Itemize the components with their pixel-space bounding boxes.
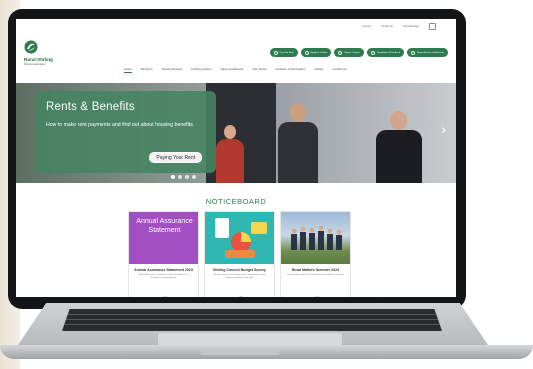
nav-item-foi[interactable]: Freedom of Information [275,67,305,73]
laptop-hinge [200,350,280,355]
quick-link-antisocial[interactable]: Report Antisocial Behaviour [407,48,448,57]
nav-item-home[interactable]: Home [124,67,132,73]
chevron-right-icon[interactable]: › [441,121,446,137]
nav-item-your-views[interactable]: Your Views [252,67,266,73]
quick-link-label: Report a Repair [344,51,360,54]
quick-links: Pay Your Rent Apply for a Home Report a … [269,48,448,57]
card-title: Annual Assurance Statement 2023 [134,268,193,272]
card-title: Rural Matters Summer 2023 [291,268,340,272]
logo-name: Rural Stirling [24,57,53,62]
noticeboard-cards: Annual Assurance Statement Annual Assura… [128,211,351,297]
card-text: Stirling Council are seeking views from … [213,274,266,279]
laptop-screen: Careers Contact Us Translate Page Rural … [16,19,456,297]
quick-link-apply-home[interactable]: Apply for a Home [300,48,332,57]
nav-item-contact[interactable]: Contact Us [332,67,346,73]
card-text: Annual Assurance Statement 2023 submitte… [138,274,189,279]
quick-link-label: Pay Your Rent [279,51,294,54]
quick-link-label: Report Antisocial Behaviour [417,51,444,54]
site-logo[interactable]: Rural Stirling Housing Association [24,39,64,67]
alert-icon [411,50,416,55]
laptop-touchpad [158,333,342,345]
house-icon [304,50,309,55]
carousel-dot[interactable] [171,175,175,179]
logo-subtitle: Housing Association [24,63,46,66]
hero-description: How to make rent payments and find out a… [46,122,195,128]
wrench-icon [338,50,343,55]
quick-link-report-repair[interactable]: Report a Repair [334,48,364,57]
group-photo-icon [291,225,342,250]
arrow-right-icon[interactable]: → [205,293,274,297]
budget-illustration-icon [215,218,267,258]
arrow-right-icon[interactable]: → [129,293,198,297]
laptop-keys [62,309,442,331]
hero-carousel: Rents & Benefits How to make rent paymen… [16,83,456,183]
card-text: The summer edition of Rural Matters news… [287,274,344,276]
nav-item-tenant-services[interactable]: Tenant Services [162,67,183,73]
quick-link-label: Apply for a Home [310,51,328,54]
search-icon[interactable] [429,22,436,30]
speech-icon [370,50,375,55]
main-navigation: Home About Us Tenant Services Finding a … [124,67,347,73]
hero-title: Rents & Benefits [46,101,135,113]
quick-link-pay-rent[interactable]: Pay Your Rent [269,48,298,57]
topbar-link-careers[interactable]: Careers [363,25,372,28]
nav-item-about[interactable]: About Us [141,67,153,73]
notice-card[interactable]: Stirling Council Budget Survey Stirling … [204,211,275,297]
quick-link-complaints[interactable]: Complaints & Feedback [366,48,405,57]
topbar-link-translate[interactable]: Translate Page [403,25,419,28]
carousel-dot[interactable] [178,175,182,179]
pound-icon [273,50,278,55]
card-image-assurance: Annual Assurance Statement [129,212,198,264]
notice-card[interactable]: Annual Assurance Statement Annual Assura… [128,211,199,297]
paying-your-rent-button[interactable]: Paying Your Rent [149,152,202,163]
nav-item-news[interactable]: News and Events [221,67,244,73]
logo-mark-icon [24,40,38,54]
carousel-dot[interactable] [192,175,196,179]
carousel-dot[interactable] [185,175,189,179]
card-title: Stirling Council Budget Survey [213,268,266,272]
notice-card[interactable]: Rural Matters Summer 2023 The summer edi… [280,211,351,297]
topbar-link-contact[interactable]: Contact Us [381,25,393,28]
carousel-dots [171,175,196,179]
nav-item-library[interactable]: Library [314,67,323,73]
utility-bar: Careers Contact Us Translate Page [16,19,456,33]
hero-card: Rents & Benefits How to make rent paymen… [36,91,216,173]
card-image-rural-matters [281,212,350,264]
arrow-right-icon[interactable]: → [281,293,350,297]
card-image-budget [205,212,274,264]
noticeboard-title: NOTICEBOARD [205,197,267,206]
nav-item-finding-home[interactable]: Finding a Home [191,67,211,73]
quick-link-label: Complaints & Feedback [376,51,401,54]
